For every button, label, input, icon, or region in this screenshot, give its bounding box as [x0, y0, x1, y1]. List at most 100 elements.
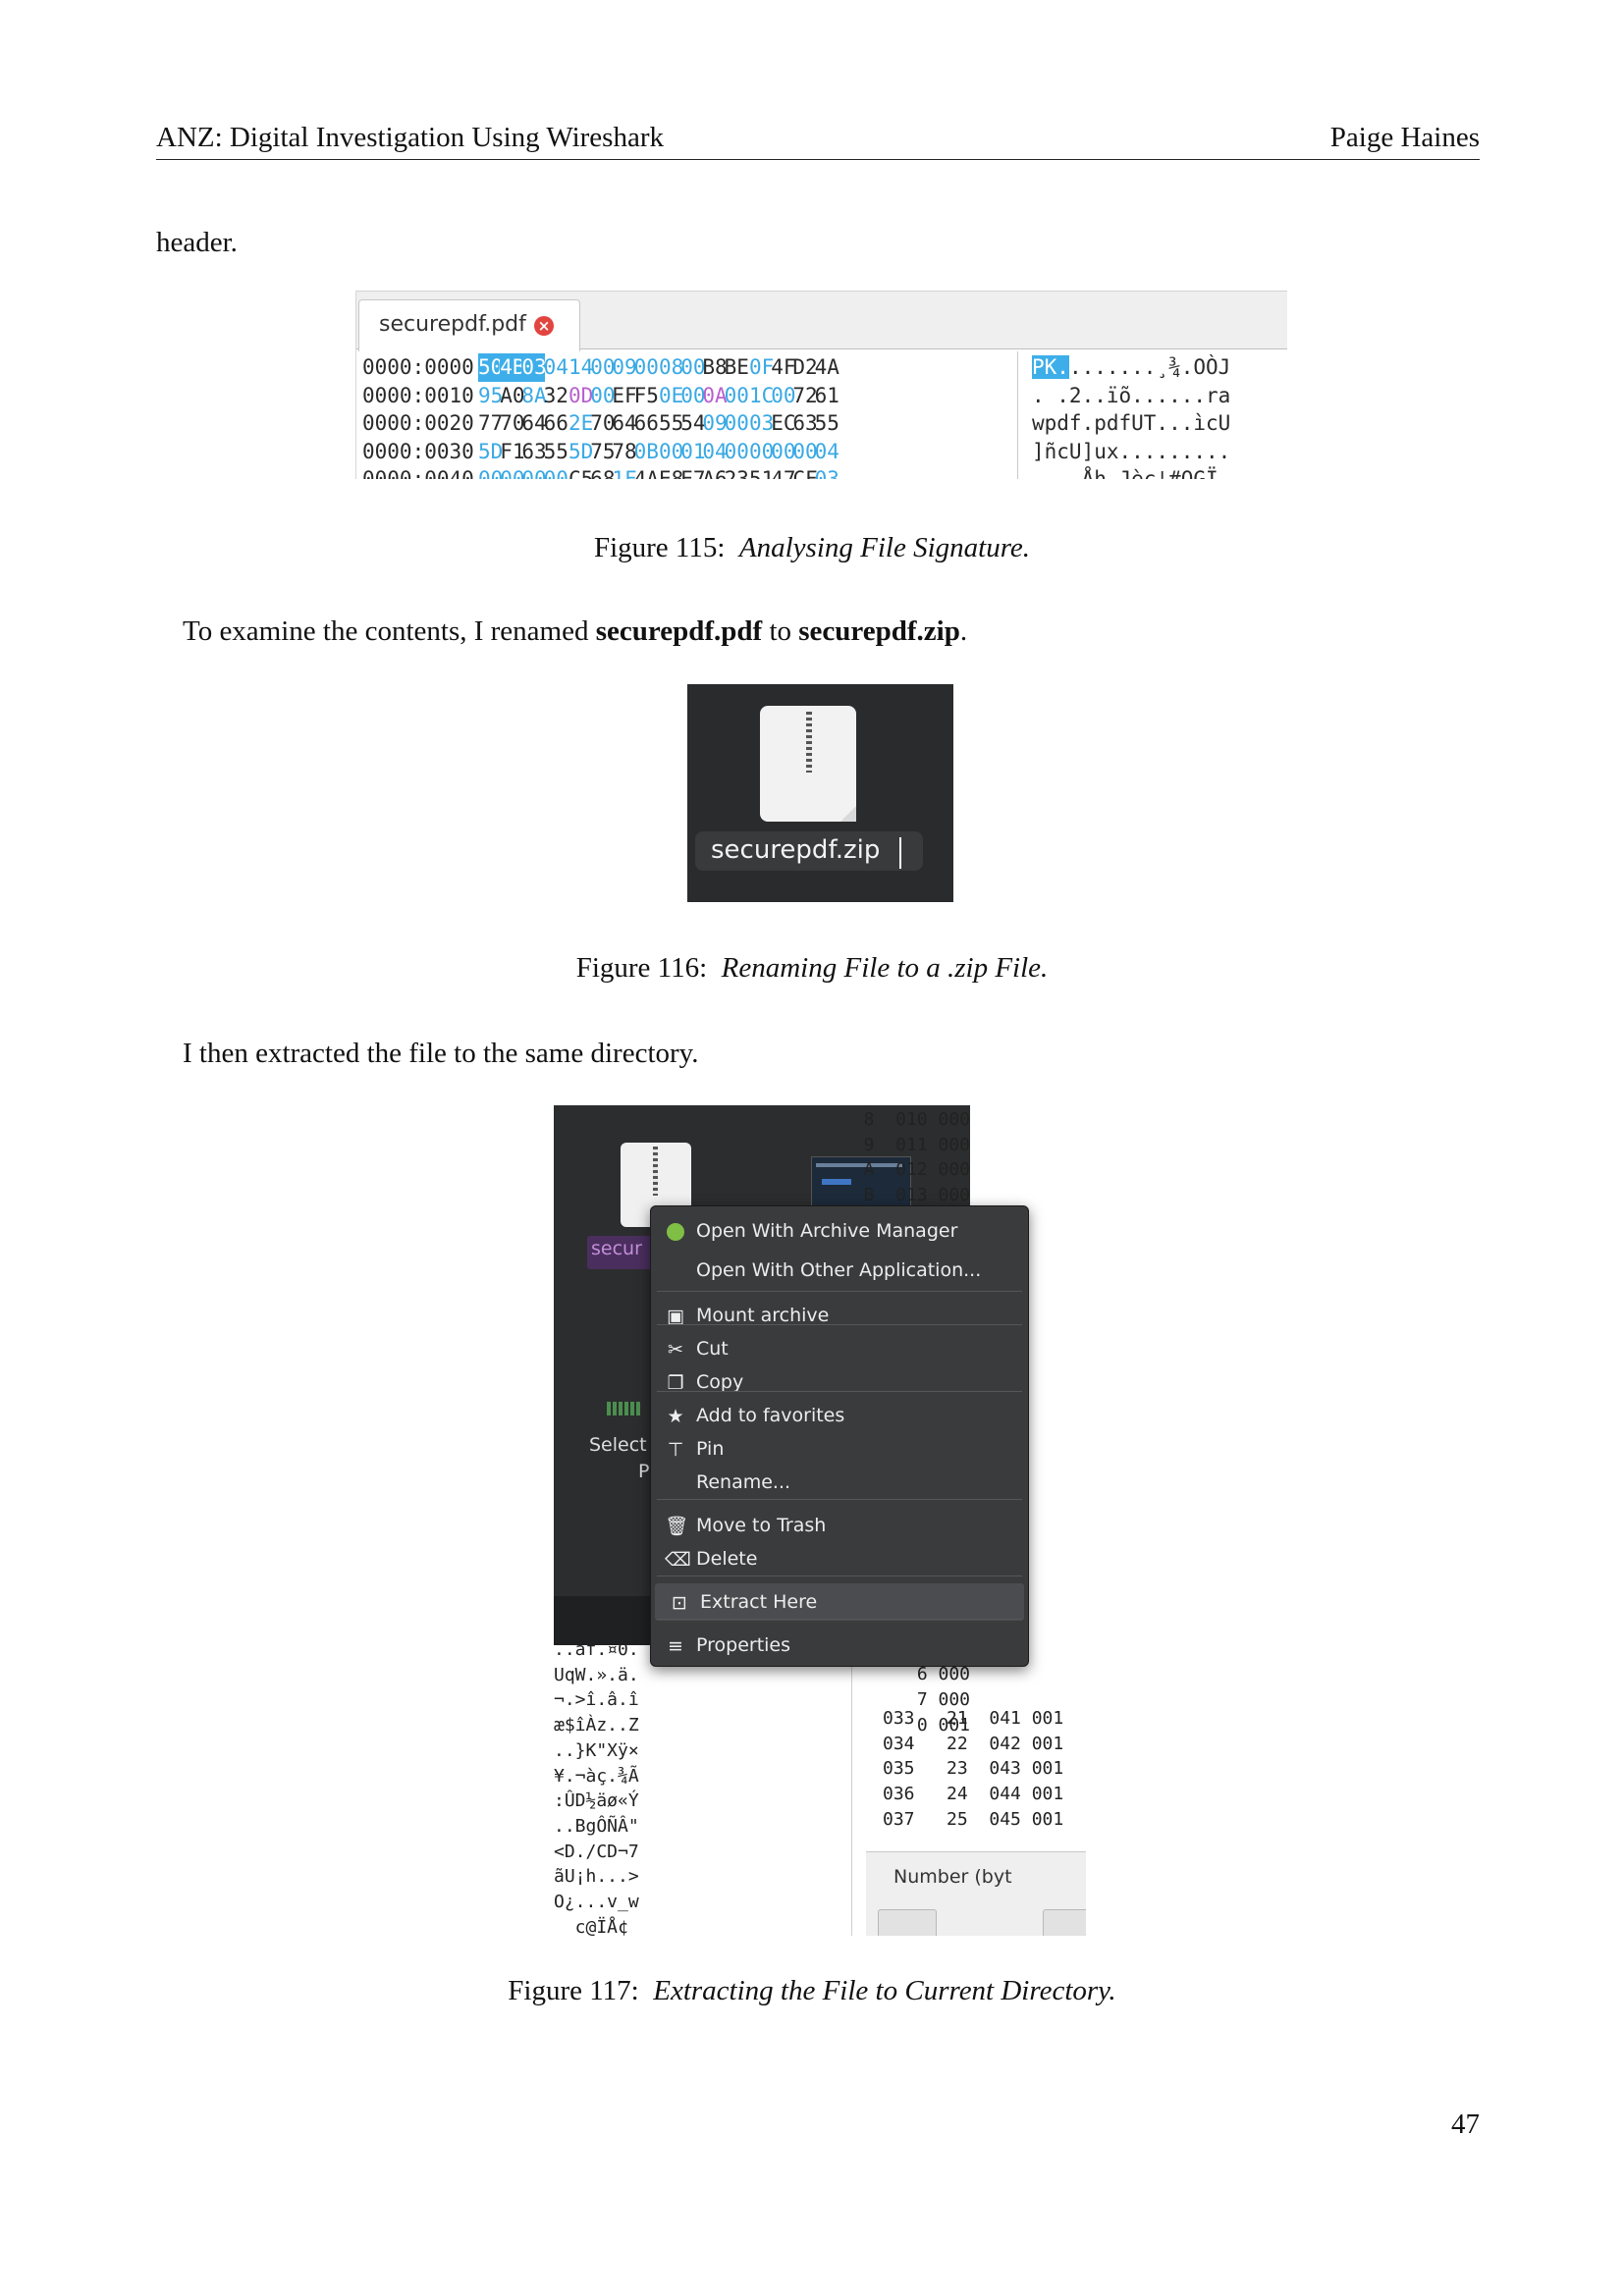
hex-byte[interactable]: 00	[771, 382, 795, 410]
hex-byte[interactable]: 47	[771, 465, 795, 479]
image-thumbnail[interactable]	[607, 1402, 640, 1415]
hex-byte[interactable]: 04	[544, 353, 568, 382]
hex-byte[interactable]: F5	[634, 382, 659, 410]
hex-byte[interactable]: D2	[792, 353, 817, 382]
hex-byte[interactable]: 78	[612, 438, 636, 466]
hex-byte[interactable]: 00	[749, 438, 774, 466]
hex-byte[interactable]: 55	[544, 438, 568, 466]
hex-byte[interactable]: 00	[792, 438, 817, 466]
hex-byte[interactable]: 4B	[500, 353, 524, 382]
rename-input-value[interactable]: securepdf.zip	[711, 835, 880, 865]
hex-ascii[interactable]: ....Åh.Jèç¦#QGÏ.	[1032, 465, 1230, 479]
hex-byte[interactable]: 1F	[612, 465, 636, 479]
menu-item-mount-archive[interactable]: ▣ Mount archive	[651, 1297, 1028, 1334]
hex-byte[interactable]: C5	[568, 465, 593, 479]
hex-byte[interactable]: 1C	[749, 382, 774, 410]
hex-byte[interactable]: 00	[544, 465, 568, 479]
menu-item-cut[interactable]: ✂ Cut	[651, 1330, 1028, 1367]
hex-byte[interactable]: 4F	[771, 353, 795, 382]
hex-byte[interactable]: 70	[500, 409, 524, 438]
hex-byte[interactable]: 04	[815, 438, 839, 466]
hex-byte[interactable]: F1	[500, 438, 524, 466]
tab-securepdf[interactable]: securepdf.pdf ×	[358, 299, 580, 351]
hex-byte[interactable]: CF	[792, 465, 817, 479]
hex-byte[interactable]: EF	[612, 382, 636, 410]
hex-byte[interactable]: 55	[659, 409, 683, 438]
hex-byte[interactable]: 4A	[815, 353, 839, 382]
hex-byte[interactable]: 61	[815, 382, 839, 410]
menu-item-pin[interactable]: ⊤ Pin	[651, 1430, 1028, 1468]
hex-byte[interactable]: 08	[659, 353, 683, 382]
hex-byte[interactable]: B8	[702, 353, 727, 382]
hex-byte[interactable]: 00	[500, 465, 524, 479]
hex-byte[interactable]: 00	[521, 465, 546, 479]
hex-byte[interactable]: 5D	[568, 438, 593, 466]
hex-ascii[interactable]: ]ñcU]ux.........	[1032, 438, 1230, 466]
hex-byte[interactable]: 66	[544, 409, 568, 438]
hex-byte[interactable]: 63	[521, 438, 546, 466]
close-icon[interactable]: ×	[534, 316, 554, 336]
hex-byte[interactable]: 5D	[478, 438, 503, 466]
hex-byte[interactable]: 09	[612, 353, 636, 382]
hex-ascii[interactable]: wpdf.pdfUT...ìcU	[1032, 409, 1230, 438]
hex-byte[interactable]: 72	[792, 382, 817, 410]
hex-byte[interactable]: 51	[749, 465, 774, 479]
hex-byte[interactable]: BE	[725, 353, 749, 382]
hex-byte[interactable]: 0B	[634, 438, 659, 466]
hex-byte[interactable]: A6	[702, 465, 727, 479]
hex-byte[interactable]: 23	[725, 465, 749, 479]
pane-button[interactable]	[878, 1909, 937, 1936]
hex-byte[interactable]: 00	[680, 353, 705, 382]
menu-item-rename[interactable]: Rename...	[651, 1464, 1028, 1501]
hex-byte[interactable]: 00	[634, 353, 659, 382]
hex-byte[interactable]: 0E	[659, 382, 683, 410]
hex-byte[interactable]: 00	[478, 465, 503, 479]
menu-item-extract-here[interactable]: ⊡ Extract Here	[655, 1583, 1024, 1621]
hex-byte[interactable]: 2E	[568, 409, 593, 438]
hex-byte[interactable]: E7	[680, 465, 705, 479]
hex-byte[interactable]: 09	[702, 409, 727, 438]
selected-file-label[interactable]: secur	[591, 1238, 642, 1259]
hex-byte[interactable]: 4A	[634, 465, 659, 479]
hex-byte[interactable]: 04	[702, 438, 727, 466]
hex-byte[interactable]: 70	[590, 409, 615, 438]
menu-item-add-to-favorites[interactable]: ★ Add to favorites	[651, 1397, 1028, 1434]
zip-file-icon[interactable]	[760, 706, 856, 822]
hex-byte[interactable]: 50	[478, 353, 503, 382]
hex-byte[interactable]: 64	[521, 409, 546, 438]
hex-byte[interactable]: 54	[680, 409, 705, 438]
hex-byte[interactable]: 00	[725, 438, 749, 466]
hex-byte[interactable]: 77	[478, 409, 503, 438]
menu-item-delete[interactable]: ⌫ Delete	[651, 1540, 1028, 1577]
hex-byte[interactable]: 66	[634, 409, 659, 438]
hex-ascii[interactable]: . .2..ïõ......ra	[1032, 382, 1230, 410]
hex-byte[interactable]: 8A	[521, 382, 546, 410]
menu-item-move-to-trash[interactable]: 🗑 Move to Trash	[651, 1507, 1028, 1544]
menu-item-copy[interactable]: ❐ Copy	[651, 1363, 1028, 1401]
menu-item-open-with-archive-manager[interactable]: Open With Archive Manager	[651, 1212, 1028, 1250]
hex-byte[interactable]: E8	[659, 465, 683, 479]
hex-byte[interactable]: 55	[815, 409, 839, 438]
hex-byte[interactable]: 00	[725, 382, 749, 410]
hex-byte[interactable]: 95	[478, 382, 503, 410]
hex-byte[interactable]: 32	[544, 382, 568, 410]
hex-byte[interactable]: 00	[680, 382, 705, 410]
pane-button[interactable]	[1043, 1909, 1086, 1936]
hex-byte[interactable]: EC	[771, 409, 795, 438]
hex-byte[interactable]: A0	[500, 382, 524, 410]
hex-byte[interactable]: 0D	[568, 382, 593, 410]
hex-byte[interactable]: 03	[749, 409, 774, 438]
menu-item-properties[interactable]: ≡ Properties	[651, 1627, 1028, 1664]
hex-byte[interactable]: 00	[659, 438, 683, 466]
hex-byte[interactable]: 00	[590, 382, 615, 410]
hex-byte[interactable]: 68	[590, 465, 615, 479]
hex-byte[interactable]: 14	[568, 353, 593, 382]
hex-byte[interactable]: 00	[725, 409, 749, 438]
hex-byte[interactable]: 00	[590, 353, 615, 382]
hex-byte[interactable]: 03	[815, 465, 839, 479]
hex-ascii[interactable]: PK........¸¾.OÒJ	[1032, 353, 1230, 382]
hex-byte[interactable]: 0A	[702, 382, 727, 410]
hex-byte[interactable]: 01	[680, 438, 705, 466]
hex-byte[interactable]: 64	[612, 409, 636, 438]
hex-byte[interactable]: 00	[771, 438, 795, 466]
